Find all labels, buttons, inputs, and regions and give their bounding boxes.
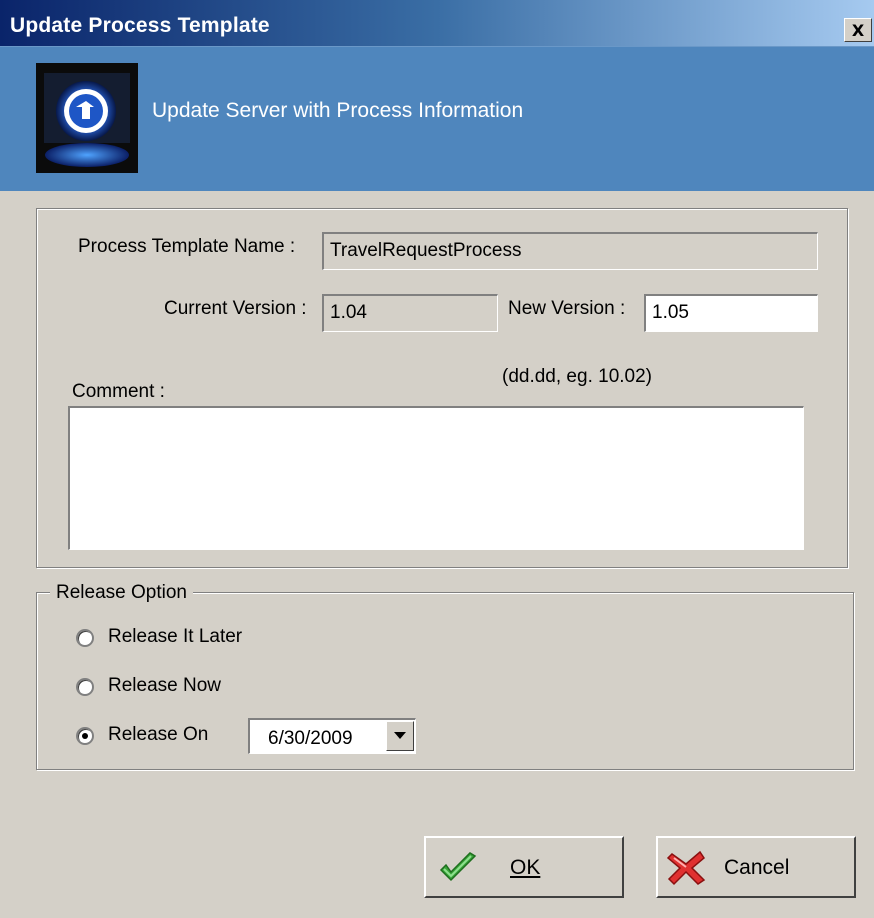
window-title: Update Process Template bbox=[10, 14, 270, 37]
comment-textarea[interactable] bbox=[68, 406, 804, 550]
header-banner: Update Server with Process Information bbox=[0, 46, 874, 191]
banner-subtitle: Update Server with Process Information bbox=[152, 99, 524, 122]
radio-release-later-circle[interactable] bbox=[76, 629, 94, 647]
update-process-template-dialog: Update Process Template X Update Server … bbox=[0, 0, 874, 918]
comment-label: Comment : bbox=[72, 381, 165, 402]
current-version-label: Current Version : bbox=[164, 298, 307, 319]
cancel-button[interactable]: Cancel bbox=[656, 836, 856, 898]
template-name-label: Process Template Name : bbox=[78, 236, 296, 257]
logo-icon bbox=[36, 63, 138, 173]
radio-release-later[interactable]: Release It Later bbox=[76, 626, 276, 652]
ok-button[interactable]: OK bbox=[424, 836, 624, 898]
release-date-picker[interactable]: 6/30/2009 bbox=[248, 718, 416, 754]
radio-release-now[interactable]: Release Now bbox=[76, 675, 276, 701]
new-version-label: New Version : bbox=[508, 298, 626, 319]
current-version-field: 1.04 bbox=[322, 294, 498, 332]
close-icon: X bbox=[851, 20, 865, 40]
check-icon bbox=[439, 852, 477, 882]
new-version-input[interactable]: 1.05 bbox=[644, 294, 818, 332]
radio-release-on-circle[interactable] bbox=[76, 727, 94, 745]
version-hint: (dd.dd, eg. 10.02) bbox=[502, 366, 652, 387]
current-version-value: 1.04 bbox=[330, 302, 367, 323]
radio-release-on-label: Release On bbox=[108, 724, 209, 745]
release-option-legend: Release Option bbox=[50, 582, 193, 604]
template-name-field: TravelRequestProcess bbox=[322, 232, 818, 270]
dropdown-arrow-icon bbox=[394, 732, 406, 739]
new-version-value: 1.05 bbox=[652, 302, 689, 323]
release-date-value: 6/30/2009 bbox=[268, 728, 353, 749]
radio-release-later-label: Release It Later bbox=[108, 626, 243, 647]
radio-release-now-label: Release Now bbox=[108, 675, 221, 696]
template-name-value: TravelRequestProcess bbox=[330, 240, 522, 261]
title-bar[interactable]: Update Process Template X bbox=[0, 0, 874, 46]
ok-label: OK bbox=[510, 856, 541, 879]
dropdown-button[interactable] bbox=[386, 721, 414, 751]
cancel-label: Cancel bbox=[724, 856, 790, 879]
close-button[interactable]: X bbox=[844, 18, 872, 42]
radio-release-on[interactable]: Release On bbox=[76, 724, 236, 750]
radio-release-now-circle[interactable] bbox=[76, 678, 94, 696]
x-icon bbox=[666, 850, 706, 886]
